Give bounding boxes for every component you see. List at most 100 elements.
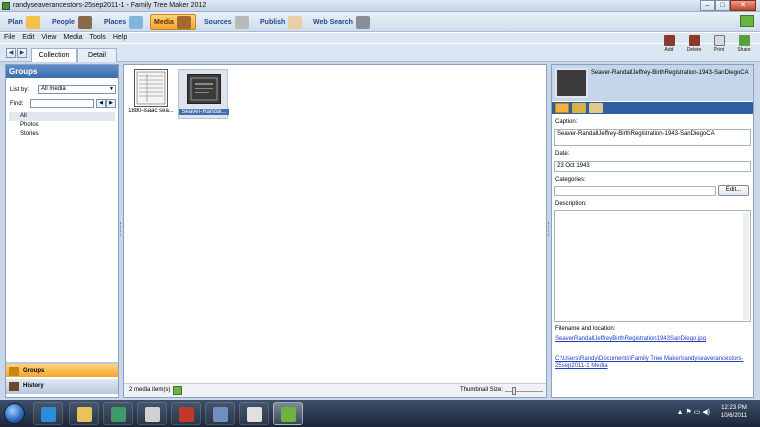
- workspace-media-label: Media: [154, 18, 174, 26]
- workspace-people[interactable]: People: [52, 14, 92, 30]
- workspace-media[interactable]: Media: [150, 14, 196, 30]
- taskbar-ie[interactable]: [33, 402, 63, 425]
- media-item[interactable]: 1880-isaac sea...: [126, 69, 176, 119]
- census-page-icon: [136, 71, 166, 105]
- find-next-button[interactable]: ▶: [106, 99, 116, 108]
- folder-icon: [77, 407, 92, 422]
- window-controls: – □ ✕: [700, 0, 756, 11]
- tab-collection[interactable]: Collection: [31, 48, 77, 62]
- media-details-header: Seaver-RandallJeffrey-BirthRegistration-…: [552, 65, 753, 101]
- workspace-plan[interactable]: Plan: [8, 14, 40, 30]
- right-splitter[interactable]: [548, 222, 550, 236]
- menu-help[interactable]: Help: [109, 33, 130, 43]
- group-item-all[interactable]: All: [9, 112, 115, 121]
- status-bar: 2 media item(s) Thumbnail Size:: [124, 383, 546, 397]
- workspace-main: Groups List by: All media ▼ Find: ◀ ▶ Al…: [0, 62, 760, 400]
- maximize-button[interactable]: □: [715, 0, 730, 11]
- start-button[interactable]: [4, 403, 25, 424]
- date-field[interactable]: 23 Oct 1943: [554, 161, 751, 172]
- places-icon: [129, 15, 144, 29]
- printer-icon: [713, 35, 725, 46]
- description-scrollbar[interactable]: [743, 212, 749, 320]
- workspace-sources-label: Sources: [204, 18, 232, 26]
- certificate-thumbnail: [187, 74, 221, 104]
- history-button[interactable]: History: [6, 379, 118, 394]
- minimize-button[interactable]: –: [700, 0, 715, 11]
- add-media-button[interactable]: Add: [658, 35, 680, 53]
- delete-media-button[interactable]: Delete: [683, 35, 705, 53]
- left-splitter[interactable]: [120, 222, 122, 236]
- tab-detail[interactable]: Detail: [77, 48, 117, 62]
- close-button[interactable]: ✕: [730, 0, 756, 11]
- find-previous-button[interactable]: ◀: [96, 99, 106, 108]
- list-by-select[interactable]: All media ▼: [38, 85, 116, 94]
- system-tray[interactable]: ▲ ⚑ ▭ ◀): [677, 408, 710, 416]
- menu-media[interactable]: Media: [59, 33, 85, 43]
- media-preview[interactable]: [555, 68, 588, 98]
- location-link[interactable]: C:\Users\Randy\Documents\Family Tree Mak…: [555, 356, 745, 370]
- caption-label: Caption:: [555, 119, 578, 125]
- menu-edit[interactable]: Edit: [18, 33, 37, 43]
- back-button[interactable]: ◀: [6, 48, 16, 58]
- title-bar: randyseaverancestors-25sep2011-1 - Famil…: [0, 0, 760, 12]
- thumbnail-size-label: Thumbnail Size:: [460, 387, 504, 393]
- menu-tools[interactable]: Tools: [85, 33, 108, 43]
- clock-date: 10/6/2011: [720, 413, 748, 419]
- taskbar-app-6[interactable]: [205, 402, 235, 425]
- taskbar-family-tree-maker[interactable]: [273, 402, 303, 425]
- categories-field[interactable]: [554, 186, 716, 196]
- taskbar-app-4[interactable]: [137, 402, 167, 425]
- workspace-places-label: Places: [104, 18, 127, 26]
- plan-icon: [25, 15, 40, 29]
- group-item-stories[interactable]: Stories: [9, 130, 115, 139]
- media-item-selected[interactable]: Seaver-Randal...: [178, 69, 229, 119]
- groups-button[interactable]: Groups: [6, 362, 118, 377]
- print-button[interactable]: Print: [708, 35, 730, 53]
- workspace-sources[interactable]: Sources: [204, 14, 249, 30]
- add-label: Add: [664, 47, 674, 53]
- media-item-caption: Seaver-Randal...: [179, 109, 229, 115]
- taskbar: ▲ ⚑ ▭ ◀) 12:23 PM 10/6/2011: [0, 400, 760, 427]
- forward-button[interactable]: ▶: [17, 48, 27, 58]
- taskbar-app-3[interactable]: [103, 402, 133, 425]
- edit-categories-button[interactable]: Edit...: [718, 185, 749, 196]
- workspace-places[interactable]: Places: [104, 14, 144, 30]
- filename-link[interactable]: SeaverRandallJeffreyBirthRegistration194…: [555, 336, 745, 343]
- workspace-web-search[interactable]: Web Search: [313, 14, 370, 30]
- caption-field[interactable]: Seaver-RandallJeffrey-BirthRegistration-…: [554, 129, 751, 146]
- taskbar-app-5[interactable]: [171, 402, 201, 425]
- certificate-icon: [190, 77, 218, 101]
- media-details-panel: Seaver-RandallJeffrey-BirthRegistration-…: [551, 64, 754, 398]
- family-tree-maker-icon: [281, 407, 296, 422]
- workspace-publish-label: Publish: [260, 18, 286, 26]
- find-input[interactable]: [30, 99, 94, 108]
- exit-icon[interactable]: [740, 15, 754, 27]
- media-icon: [176, 15, 191, 29]
- categories-label: Categories:: [555, 177, 586, 183]
- slider-handle[interactable]: [512, 387, 516, 395]
- app-icon: [2, 2, 10, 10]
- binoculars-icon: [355, 15, 370, 29]
- groups-panel: Groups List by: All media ▼ Find: ◀ ▶ Al…: [5, 64, 119, 398]
- taskbar-app-7[interactable]: [239, 402, 269, 425]
- menu-file[interactable]: File: [0, 33, 18, 43]
- add-icon: [663, 35, 675, 46]
- clock[interactable]: 12:23 PM 10/6/2011: [714, 404, 754, 420]
- taskbar-explorer[interactable]: [69, 402, 99, 425]
- thumbnail-size-slider[interactable]: [505, 387, 543, 395]
- app-icon: [111, 407, 126, 422]
- description-field[interactable]: [554, 210, 751, 322]
- group-item-photos[interactable]: Photos: [9, 121, 115, 130]
- groups-button-label: Groups: [23, 368, 45, 374]
- history-button-label: History: [23, 383, 44, 389]
- menu-view[interactable]: View: [37, 33, 59, 43]
- notes-tab-icon[interactable]: [589, 103, 603, 113]
- share-button[interactable]: Share: [733, 35, 755, 53]
- add-media-icon[interactable]: [173, 386, 182, 395]
- general-tab-icon[interactable]: [555, 103, 569, 113]
- workspace-publish[interactable]: Publish: [260, 14, 303, 30]
- people-tab-icon[interactable]: [572, 103, 586, 113]
- history-icon: [9, 382, 19, 391]
- date-label: Date:: [555, 151, 570, 157]
- details-tabs: [552, 102, 753, 114]
